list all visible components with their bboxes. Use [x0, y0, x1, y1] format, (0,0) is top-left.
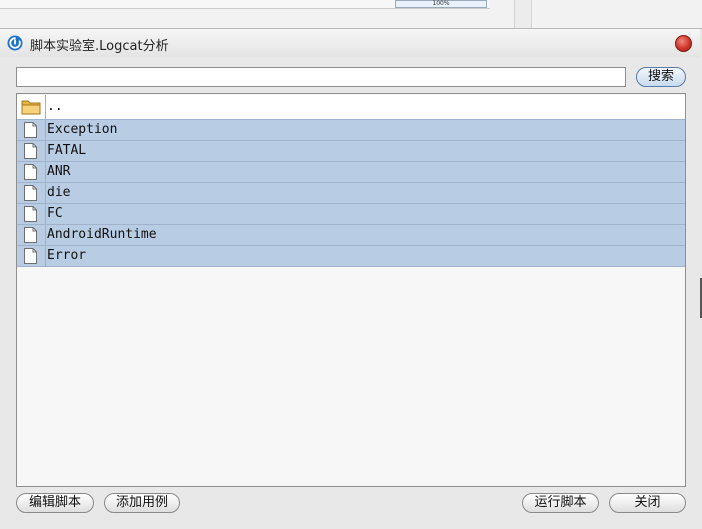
list-item[interactable]: ANR — [17, 161, 685, 182]
list-item-label: die — [47, 185, 71, 200]
file-icon — [24, 164, 37, 180]
list-item-label: .. — [47, 99, 63, 114]
icon-cell — [17, 141, 46, 161]
list-item-label: Error — [47, 248, 87, 263]
run-script-button[interactable]: 运行脚本 — [522, 493, 599, 513]
edit-script-button[interactable]: 编辑脚本 — [16, 493, 94, 513]
icon-cell — [17, 183, 46, 203]
list-item[interactable]: AndroidRuntime — [17, 224, 685, 245]
icon-cell — [17, 204, 46, 224]
title-bar: 脚本实验室.Logcat分析 — [0, 29, 700, 57]
file-icon — [24, 206, 37, 222]
icon-cell — [17, 120, 46, 140]
folder-icon — [21, 100, 41, 115]
add-case-button[interactable]: 添加用例 — [104, 493, 180, 513]
list-item-label: FATAL — [47, 143, 87, 158]
script-list[interactable]: .. Exception FATAL ANR die FC AndroidRun… — [16, 93, 686, 487]
icon-cell — [17, 246, 46, 266]
background-scroll-column — [514, 0, 532, 28]
close-button[interactable]: 关闭 — [609, 493, 686, 513]
list-item-label: AndroidRuntime — [47, 227, 157, 242]
list-item[interactable]: Exception — [17, 119, 685, 140]
background-zoom-indicator: 100% — [395, 0, 487, 8]
close-icon[interactable] — [675, 35, 692, 52]
background-toolbar: 100% — [0, 0, 490, 9]
icon-cell — [17, 162, 46, 182]
search-input[interactable] — [16, 67, 626, 87]
file-icon — [24, 143, 37, 159]
file-icon — [24, 248, 37, 264]
list-item-label: FC — [47, 206, 63, 221]
app-refresh-icon — [7, 35, 23, 51]
file-icon — [24, 227, 37, 243]
file-icon — [24, 122, 37, 138]
list-item-label: ANR — [47, 164, 71, 179]
file-icon — [24, 185, 37, 201]
search-button[interactable]: 搜索 — [636, 67, 686, 87]
list-item-label: Exception — [47, 122, 118, 137]
icon-cell — [17, 95, 46, 119]
list-item[interactable]: FC — [17, 203, 685, 224]
list-item-parent-folder[interactable]: .. — [17, 95, 685, 119]
list-item[interactable]: FATAL — [17, 140, 685, 161]
logcat-dialog: 脚本实验室.Logcat分析 搜索 .. Exception FATAL ANR… — [0, 28, 702, 529]
icon-cell — [17, 225, 46, 245]
window-title: 脚本实验室.Logcat分析 — [30, 39, 169, 54]
list-item[interactable]: die — [17, 182, 685, 203]
list-item[interactable]: Error — [17, 245, 685, 267]
